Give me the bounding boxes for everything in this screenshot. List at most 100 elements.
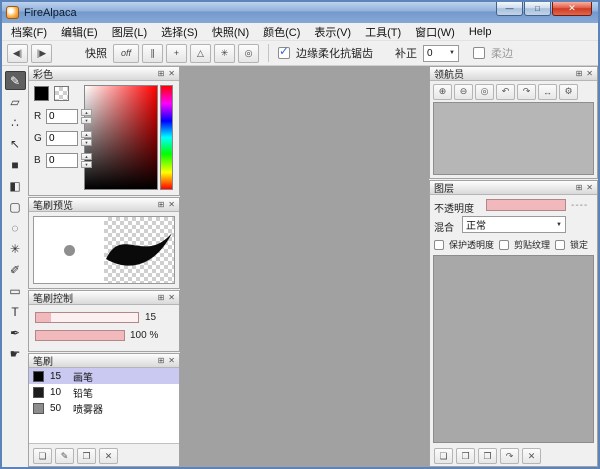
- edit-brush-icon[interactable]: ✎: [55, 448, 74, 464]
- brush-opacity-slider[interactable]: [35, 330, 125, 341]
- delete-brush-icon[interactable]: ✕: [99, 448, 118, 464]
- spin-up-icon[interactable]: ▲: [81, 153, 92, 160]
- blend-mode-dropdown[interactable]: 正常 ▼: [462, 216, 566, 233]
- correction-dropdown[interactable]: 0 ▼: [423, 45, 459, 62]
- blue-value-input[interactable]: [46, 153, 78, 168]
- red-value-input[interactable]: [46, 109, 78, 124]
- brush-size-slider[interactable]: [35, 312, 139, 323]
- title-bar[interactable]: FireAlpaca — □ ✕: [2, 2, 598, 23]
- close-button[interactable]: ✕: [552, 2, 592, 16]
- brush-list-item-pencil[interactable]: 10 铅笔: [29, 384, 179, 400]
- spin-down-icon[interactable]: ▼: [81, 139, 92, 146]
- protect-alpha-checkbox[interactable]: [434, 240, 444, 250]
- navigator-close-icon[interactable]: ✕: [586, 69, 593, 78]
- eyedropper-tool[interactable]: ✒: [5, 323, 26, 342]
- menu-select[interactable]: 选择(S): [154, 22, 205, 42]
- move-tool[interactable]: ↖: [5, 134, 26, 153]
- dot-tool[interactable]: ∴: [5, 113, 26, 132]
- zoom-in-icon[interactable]: ⊕: [433, 84, 452, 100]
- navigator-preview[interactable]: [433, 102, 594, 175]
- prev-snapshot-button[interactable]: ◀|: [7, 44, 28, 63]
- menu-help[interactable]: Help: [462, 24, 499, 40]
- layers-list[interactable]: [433, 255, 594, 443]
- transparent-color-swatch[interactable]: [54, 86, 69, 101]
- add-brush-icon[interactable]: ❏: [33, 448, 52, 464]
- hand-tool[interactable]: ☛: [5, 344, 26, 363]
- magic-wand-tool[interactable]: ✳: [5, 239, 26, 258]
- add-layer-icon[interactable]: ❏: [434, 448, 453, 464]
- spin-up-icon[interactable]: ▲: [81, 131, 92, 138]
- eraser-tool[interactable]: ▱: [5, 92, 26, 111]
- select-eraser-tool[interactable]: ▭: [5, 281, 26, 300]
- next-snapshot-button[interactable]: |▶: [31, 44, 52, 63]
- rotate-ccw-icon[interactable]: ↶: [496, 84, 515, 100]
- menu-layer[interactable]: 图层(L): [105, 22, 154, 42]
- canvas-area[interactable]: [180, 66, 429, 467]
- gradient-tool[interactable]: ◧: [5, 176, 26, 195]
- foreground-color-swatch[interactable]: [34, 86, 49, 101]
- lasso-tool[interactable]: ◌: [5, 218, 26, 237]
- brush-control-float-icon[interactable]: ⊞: [158, 293, 165, 302]
- delete-layer-icon[interactable]: ✕: [522, 448, 541, 464]
- red-spinner: ▲ ▼: [81, 109, 92, 124]
- reset-view-icon[interactable]: ⚙: [559, 84, 578, 100]
- brush-size-fill: [36, 313, 51, 322]
- merge-layer-icon[interactable]: ↷: [500, 448, 519, 464]
- menu-tools[interactable]: 工具(T): [358, 22, 408, 42]
- window-title: FireAlpaca: [24, 7, 77, 19]
- snap-radial-icon[interactable]: ✳: [214, 44, 235, 63]
- color-panel-close-icon[interactable]: ✕: [168, 69, 175, 78]
- zoom-out-icon[interactable]: ⊖: [454, 84, 473, 100]
- menu-window[interactable]: 窗口(W): [408, 22, 462, 42]
- maximize-button[interactable]: □: [524, 2, 551, 16]
- spin-up-icon[interactable]: ▲: [81, 109, 92, 116]
- menu-snap[interactable]: 快照(N): [205, 22, 256, 42]
- rotate-cw-icon[interactable]: ↷: [517, 84, 536, 100]
- brush-size: 15: [50, 371, 67, 382]
- menu-view[interactable]: 表示(V): [307, 22, 358, 42]
- color-panel-float-icon[interactable]: ⊞: [158, 69, 165, 78]
- opacity-value: ----: [571, 200, 588, 211]
- menu-edit[interactable]: 编辑(E): [54, 22, 105, 42]
- brush-list-item-airbrush[interactable]: 50 喷雾器: [29, 400, 179, 416]
- spin-down-icon[interactable]: ▼: [81, 117, 92, 124]
- snap-vanishing-icon[interactable]: △: [190, 44, 211, 63]
- brush-panel-close-icon[interactable]: ✕: [168, 356, 175, 365]
- saturation-value-picker[interactable]: [84, 85, 158, 190]
- zoom-reset-icon[interactable]: ◎: [475, 84, 494, 100]
- menu-color[interactable]: 颜色(C): [256, 22, 307, 42]
- brush-preview-float-icon[interactable]: ⊞: [158, 200, 165, 209]
- text-tool[interactable]: T: [5, 302, 26, 321]
- duplicate-brush-icon[interactable]: ❐: [77, 448, 96, 464]
- window-controls: — □ ✕: [496, 2, 592, 16]
- select-pen-tool[interactable]: ✐: [5, 260, 26, 279]
- navigator-float-icon[interactable]: ⊞: [576, 69, 583, 78]
- brush-control-close-icon[interactable]: ✕: [168, 293, 175, 302]
- add-folder-icon[interactable]: ❒: [456, 448, 475, 464]
- lock-checkbox[interactable]: [555, 240, 565, 250]
- opacity-slider[interactable]: [486, 199, 566, 211]
- layers-close-icon[interactable]: ✕: [586, 183, 593, 192]
- soft-edge-checkbox[interactable]: [473, 47, 485, 59]
- spin-down-icon[interactable]: ▼: [81, 161, 92, 168]
- brush-panel-float-icon[interactable]: ⊞: [158, 356, 165, 365]
- hue-bar[interactable]: [160, 85, 173, 190]
- antialias-checkbox[interactable]: [278, 47, 290, 59]
- pen-tool[interactable]: ✎: [5, 71, 26, 90]
- fill-tool[interactable]: ■: [5, 155, 26, 174]
- duplicate-layer-icon[interactable]: ❐: [478, 448, 497, 464]
- snap-parallel-icon[interactable]: ∥: [142, 44, 163, 63]
- select-tool[interactable]: ▢: [5, 197, 26, 216]
- green-value-input[interactable]: [46, 131, 78, 146]
- snap-cross-icon[interactable]: +: [166, 44, 187, 63]
- minimize-button[interactable]: —: [496, 2, 523, 16]
- flip-horizontal-icon[interactable]: ↔: [538, 84, 557, 100]
- menu-file[interactable]: 档案(F): [4, 22, 54, 42]
- snap-off-button[interactable]: off: [113, 44, 139, 63]
- brush-list-item-pen[interactable]: 15 画笔: [29, 368, 179, 384]
- brush-preview-close-icon[interactable]: ✕: [168, 200, 175, 209]
- snapshot-label: 快照: [85, 45, 107, 61]
- snap-circle-icon[interactable]: ◎: [238, 44, 259, 63]
- clipping-checkbox[interactable]: [499, 240, 509, 250]
- layers-float-icon[interactable]: ⊞: [576, 183, 583, 192]
